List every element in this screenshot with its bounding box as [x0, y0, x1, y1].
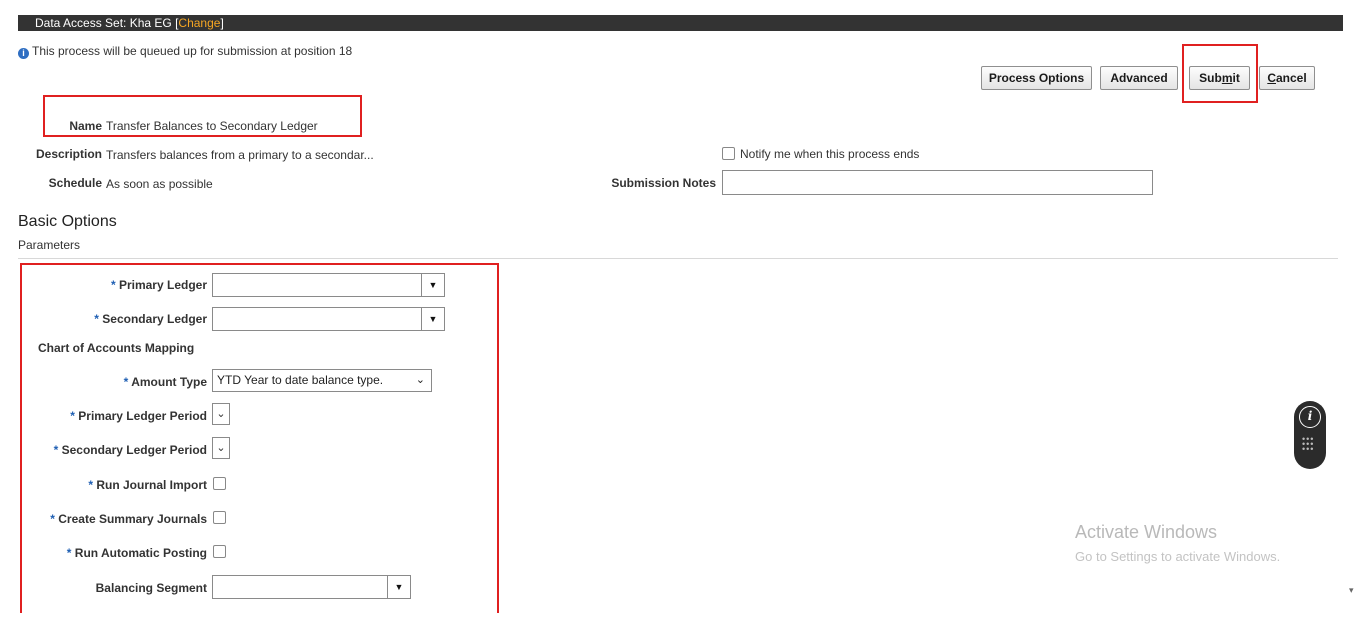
info-circle-icon[interactable]: i — [1299, 406, 1321, 428]
name-value: Transfer Balances to Secondary Ledger — [106, 119, 318, 133]
submission-notes-input[interactable] — [722, 170, 1153, 195]
grid-dots-icon[interactable]: ••• ••• ••• — [1302, 435, 1318, 454]
required-marker: * — [66, 546, 72, 560]
required-marker: * — [123, 375, 129, 389]
chevron-down-icon: ⌄ — [216, 408, 226, 420]
notify-label: Notify me when this process ends — [740, 147, 920, 161]
schedule-label: Schedule — [48, 176, 102, 190]
required-marker: * — [110, 278, 116, 292]
primary-period-select[interactable]: ⌄ — [212, 403, 230, 425]
balancing-segment-dropdown-icon[interactable]: ▼ — [387, 575, 411, 599]
process-options-button[interactable]: Process Options — [981, 66, 1092, 90]
required-marker: * — [70, 409, 75, 423]
amount-type-label: * Amount Type — [20, 375, 207, 389]
help-widget[interactable]: i ••• ••• ••• — [1294, 401, 1326, 469]
amount-type-select[interactable]: YTD Year to date balance type. ⌄ — [212, 369, 432, 392]
secondary-ledger-input[interactable] — [212, 307, 422, 331]
data-access-suffix: ] — [220, 16, 224, 30]
primary-ledger-dropdown-icon[interactable]: ▼ — [421, 273, 445, 297]
queue-info-text: This process will be queued up for submi… — [32, 44, 353, 58]
primary-period-label-text: Primary Ledger Period — [78, 409, 207, 423]
primary-period-label: * Primary Ledger Period — [20, 409, 207, 423]
activate-windows-subtitle: Go to Settings to activate Windows. — [1075, 549, 1281, 564]
run-auto-posting-label: * Run Automatic Posting — [20, 546, 207, 560]
required-marker: * — [53, 443, 59, 457]
activate-windows-title: Activate Windows — [1075, 522, 1218, 542]
parameters-subtitle: Parameters — [18, 238, 81, 252]
secondary-period-label-text: Secondary Ledger Period — [61, 443, 207, 457]
name-label: Name — [69, 119, 102, 133]
notify-checkbox[interactable] — [722, 147, 735, 160]
info-icon: i — [18, 48, 29, 59]
cancel-mnemonic: C — [1267, 71, 1276, 85]
chevron-down-icon: ⌄ — [216, 442, 226, 454]
cancel-label-post: ancel — [1275, 71, 1307, 85]
required-marker: * — [94, 312, 99, 326]
primary-ledger-input[interactable] — [212, 273, 422, 297]
required-marker: * — [50, 512, 55, 526]
run-auto-posting-checkbox[interactable] — [213, 545, 226, 558]
chevron-down-icon: ⌄ — [415, 374, 425, 386]
submission-notes-label: Submission Notes — [611, 176, 716, 190]
amount-type-value: YTD Year to date balance type. — [217, 373, 384, 387]
amount-type-label-text: Amount Type — [131, 375, 207, 389]
section-title: Basic Options — [18, 213, 117, 230]
secondary-ledger-label-text: Secondary Ledger — [102, 312, 207, 326]
balancing-segment-label: Balancing Segment — [95, 581, 207, 595]
run-journal-import-checkbox[interactable] — [213, 477, 226, 490]
data-access-text: Data Access Set: Kha EG [Change] — [35, 15, 224, 31]
secondary-ledger-label: * Secondary Ledger — [20, 312, 207, 326]
schedule-value: As soon as possible — [106, 177, 213, 191]
secondary-period-label: * Secondary Ledger Period — [20, 443, 207, 457]
coa-mapping-label: Chart of Accounts Mapping — [38, 341, 195, 355]
section-divider — [18, 258, 1338, 259]
create-summary-label: * Create Summary Journals — [20, 512, 207, 526]
data-access-bar: Data Access Set: Kha EG [Change] — [18, 15, 1343, 31]
description-label: Description — [35, 147, 102, 161]
change-link[interactable]: Change — [178, 16, 220, 30]
submit-highlight-box — [1182, 44, 1258, 103]
secondary-period-select[interactable]: ⌄ — [212, 437, 230, 459]
create-summary-checkbox[interactable] — [213, 511, 226, 524]
scroll-down-arrow-icon[interactable]: ▾ — [1349, 585, 1354, 596]
create-summary-label-text: Create Summary Journals — [58, 512, 207, 526]
run-journal-import-label-text: Run Journal Import — [96, 478, 207, 492]
primary-ledger-label-text: Primary Ledger — [118, 278, 207, 292]
balancing-segment-input[interactable] — [212, 575, 388, 599]
description-value: Transfers balances from a primary to a s… — [106, 148, 374, 162]
data-access-label: Data Access Set: Kha EG [ — [35, 16, 179, 30]
run-journal-import-label: * Run Journal Import — [20, 478, 207, 492]
advanced-button[interactable]: Advanced — [1100, 66, 1178, 90]
secondary-ledger-dropdown-icon[interactable]: ▼ — [421, 307, 445, 331]
queue-info-message: i This process will be queued up for subm… — [18, 44, 352, 59]
primary-ledger-label: * Primary Ledger — [20, 278, 207, 292]
required-marker: * — [88, 478, 93, 492]
cancel-button[interactable]: Cancel — [1259, 66, 1315, 90]
run-auto-posting-label-text: Run Automatic Posting — [74, 546, 207, 560]
